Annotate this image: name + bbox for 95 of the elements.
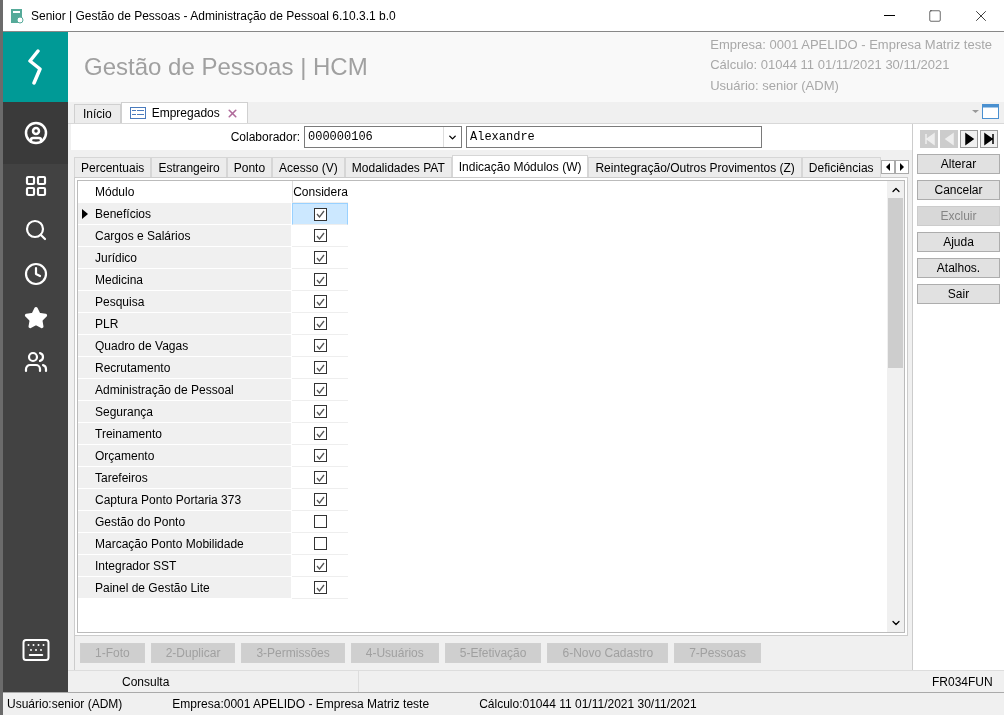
checkbox[interactable]: [313, 383, 327, 396]
minimize-icon: [883, 15, 895, 16]
checkbox[interactable]: [313, 273, 327, 286]
last-record-icon: [981, 132, 996, 146]
table-cell: Medicina: [92, 269, 292, 291]
table-cell: Painel de Gestão Lite: [92, 577, 292, 599]
tab[interactable]: Ponto: [226, 157, 273, 177]
code-field[interactable]: 000000106: [304, 126, 462, 148]
action-button[interactable]: Sair: [917, 284, 1000, 304]
status-text: Empresa:0001 APELIDO - Empresa Matriz teste: [172, 697, 430, 711]
table-cell: Jurídico: [92, 247, 292, 269]
row-indicator: [78, 269, 92, 291]
checkbox[interactable]: [313, 471, 327, 484]
row-indicator: [78, 467, 92, 489]
left-arrow-icon: [884, 163, 891, 171]
right-arrow-icon: [898, 163, 905, 171]
status-text: Usuário:senior (ADM): [7, 697, 123, 711]
row-indicator: [78, 335, 92, 357]
status-text: Cálculo:01044 11 01/11/2021 30/11/2021: [479, 697, 697, 711]
action-button[interactable]: Cancelar: [917, 180, 1000, 200]
checkbox[interactable]: [313, 405, 327, 418]
user-icon[interactable]: [3, 102, 68, 164]
tab[interactable]: Indicação Módulos (W): [451, 155, 589, 177]
action-button[interactable]: Atalhos.: [917, 258, 1000, 278]
row-indicator: [78, 577, 92, 599]
checkbox[interactable]: [313, 559, 327, 572]
context-info: Usuário: senior (ADM): [710, 78, 840, 94]
checkbox[interactable]: [313, 229, 327, 242]
row-indicator: [78, 401, 92, 423]
document-tab[interactable]: Início: [74, 104, 121, 123]
name-field[interactable]: Alexandre: [466, 126, 762, 148]
context-info: Cálculo: 01044 11 01/11/2021 30/11/2021: [710, 57, 951, 73]
column-header: Considera: [292, 181, 348, 203]
checkbox[interactable]: [313, 581, 327, 594]
row-indicator: [78, 247, 92, 269]
row-indicator: [78, 357, 92, 379]
document-tab[interactable]: Empregados: [120, 102, 248, 123]
table-cell: Administração de Pessoal: [92, 379, 292, 401]
checkbox[interactable]: [313, 493, 327, 506]
mode-label: Consulta: [121, 674, 171, 689]
scrollbar[interactable]: [887, 181, 904, 632]
action-button[interactable]: Alterar: [917, 154, 1000, 174]
row-indicator: [78, 445, 92, 467]
table-cell: Tarefeiros: [92, 467, 292, 489]
row-indicator: [78, 489, 92, 511]
form-icon: [129, 107, 146, 119]
form-code: FR034FUN: [931, 674, 994, 689]
field-label: Colaborador:: [230, 130, 300, 144]
action-button[interactable]: Ajuda: [917, 232, 1000, 252]
checkbox[interactable]: [313, 449, 327, 462]
app-icon: [9, 7, 25, 24]
window-title: Senior | Gestão de Pessoas - Administração de Pessoal 6.10.3.1 b.0: [31, 8, 397, 23]
checkbox[interactable]: [313, 537, 327, 550]
next-record-button[interactable]: [959, 130, 978, 148]
row-indicator: [78, 533, 92, 555]
tab[interactable]: Estrangeiro: [151, 157, 227, 177]
app-title: Gestão de Pessoas | HCM: [84, 53, 368, 81]
checkbox[interactable]: [313, 207, 327, 221]
tab[interactable]: Reintegração/Outros Provimentos (Z): [588, 157, 802, 177]
row-indicator: [78, 313, 92, 335]
table-cell: Recrutamento: [92, 357, 292, 379]
table-cell: Cargos e Salários: [92, 225, 292, 247]
scrollbar-thumb[interactable]: [888, 198, 903, 368]
tab[interactable]: Acesso (V): [272, 157, 345, 177]
table-cell: Gestão do Ponto: [92, 511, 292, 533]
close-tab-icon[interactable]: [225, 106, 239, 120]
table-cell: Quadro de Vagas: [92, 335, 292, 357]
maximize-icon: [928, 8, 942, 23]
table-cell: Segurança: [92, 401, 292, 423]
checkbox[interactable]: [313, 361, 327, 374]
context-info: Empresa: 0001 APELIDO - Empresa Matriz teste: [710, 36, 992, 52]
checkbox[interactable]: [313, 317, 327, 330]
table-cell: Treinamento: [92, 423, 292, 445]
table-cell: Pesquisa: [92, 291, 292, 313]
tab[interactable]: Modalidades PAT: [344, 157, 452, 177]
table-cell: Captura Ponto Portaria 373: [92, 489, 292, 511]
table-cell: Integrador SST: [92, 555, 292, 577]
row-indicator: [78, 379, 92, 401]
row-indicator: [78, 511, 92, 533]
table-cell: Marcação Ponto Mobilidade: [92, 533, 292, 555]
table-cell: Orçamento: [92, 445, 292, 467]
tab[interactable]: Deficiências: [801, 157, 881, 177]
window-layout-icon[interactable]: [970, 104, 1000, 120]
row-indicator: [78, 291, 92, 313]
row-indicator: [78, 423, 92, 445]
tab[interactable]: Percentuais: [74, 157, 152, 177]
checkbox[interactable]: [313, 515, 327, 528]
checkbox[interactable]: [313, 251, 327, 264]
last-record-button[interactable]: [979, 130, 998, 148]
checkbox[interactable]: [313, 427, 327, 440]
table-cell: PLR: [92, 313, 292, 335]
table-cell: Benefícios: [92, 203, 292, 225]
checkbox[interactable]: [313, 295, 327, 308]
checkbox[interactable]: [313, 339, 327, 352]
row-indicator: [78, 555, 92, 577]
